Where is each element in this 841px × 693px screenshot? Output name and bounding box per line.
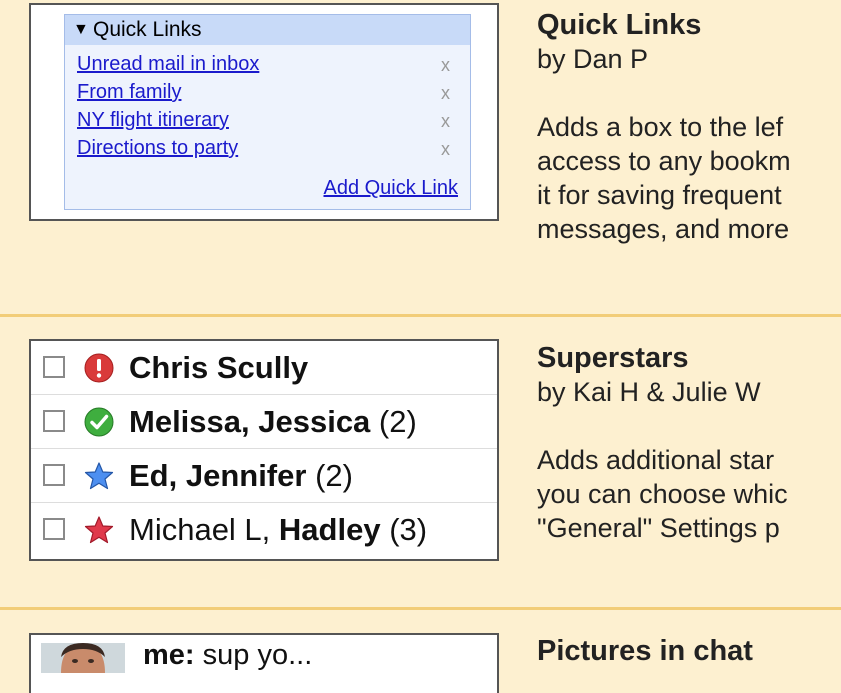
sender-names: Chris Scully: [129, 350, 309, 385]
description-line: you can choose whic: [537, 479, 788, 509]
lab-author: by Kai H & Julie W: [537, 377, 761, 407]
blue-star-icon[interactable]: [84, 461, 114, 491]
remove-link-icon[interactable]: x: [441, 139, 450, 160]
chat-message: me: sup yo...: [143, 639, 312, 672]
description-line: "General" Settings p: [537, 513, 780, 543]
description-line: it for saving frequent: [537, 180, 782, 210]
quick-links-info: Quick Links by Dan P Adds a box to the l…: [537, 8, 841, 246]
superstars-preview: Chris Scully Melissa, Jessica (2) Ed, Je…: [29, 339, 499, 561]
lab-title[interactable]: Pictures in chat: [537, 634, 841, 668]
description-line: messages, and more: [537, 214, 790, 244]
quick-link-directions[interactable]: Directions to party: [77, 137, 238, 160]
lab-title[interactable]: Superstars: [537, 341, 841, 375]
collapse-triangle-icon[interactable]: ▼: [73, 21, 89, 39]
green-check-icon[interactable]: [84, 407, 114, 437]
remove-link-icon[interactable]: x: [441, 111, 450, 132]
description-line: Adds additional star: [537, 445, 775, 475]
message-row[interactable]: Chris Scully: [31, 341, 497, 395]
message-row[interactable]: Melissa, Jessica (2): [31, 395, 497, 449]
description-line: access to any bookm: [537, 146, 791, 176]
quick-links-widget-header[interactable]: ▼ Quick Links: [65, 15, 470, 45]
lab-description: Adds additional star you can choose whic…: [537, 443, 841, 545]
red-exclamation-icon[interactable]: [84, 353, 114, 383]
select-checkbox[interactable]: [43, 356, 65, 378]
red-star-icon[interactable]: [84, 515, 114, 545]
lab-title[interactable]: Quick Links: [537, 8, 841, 42]
pictures-in-chat-info: Pictures in chat: [537, 634, 841, 668]
sender-names: Melissa, Jessica (2): [129, 404, 417, 439]
select-checkbox[interactable]: [43, 518, 65, 540]
superstars-section: Chris Scully Melissa, Jessica (2) Ed, Je…: [0, 317, 841, 607]
select-checkbox[interactable]: [43, 464, 65, 486]
superstars-info: Superstars by Kai H & Julie W Adds addit…: [537, 341, 841, 545]
quick-link-ny-flight[interactable]: NY flight itinerary: [77, 109, 229, 132]
remove-link-icon[interactable]: x: [441, 55, 450, 76]
quick-links-section: ▼ Quick Links Unread mail in inbox x Fro…: [0, 0, 841, 316]
chat-preview: me: sup yo...: [29, 633, 499, 693]
select-checkbox[interactable]: [43, 410, 65, 432]
remove-link-icon[interactable]: x: [441, 83, 450, 104]
quick-links-preview: ▼ Quick Links Unread mail in inbox x Fro…: [29, 3, 499, 221]
sender-names: Michael L, Hadley (3): [129, 512, 428, 547]
sender-names: Ed, Jennifer (2): [129, 458, 353, 493]
description-line: Adds a box to the lef: [537, 112, 784, 142]
pictures-in-chat-section: me: sup yo... Pictures in chat: [0, 610, 841, 693]
message-row[interactable]: Michael L, Hadley (3): [31, 503, 497, 557]
quick-link-from-family[interactable]: From family: [77, 81, 181, 104]
add-quick-link-button[interactable]: Add Quick Link: [323, 177, 458, 200]
quick-links-widget: ▼ Quick Links Unread mail in inbox x Fro…: [64, 14, 471, 210]
quick-links-widget-title: Quick Links: [93, 18, 202, 41]
lab-author: by Dan P: [537, 44, 649, 74]
chat-sender: me:: [143, 639, 195, 671]
message-row[interactable]: Ed, Jennifer (2): [31, 449, 497, 503]
chat-text: sup yo...: [194, 639, 313, 671]
lab-description: Adds a box to the lef access to any book…: [537, 110, 841, 246]
quick-link-unread-mail[interactable]: Unread mail in inbox: [77, 53, 259, 76]
avatar: [41, 643, 125, 673]
